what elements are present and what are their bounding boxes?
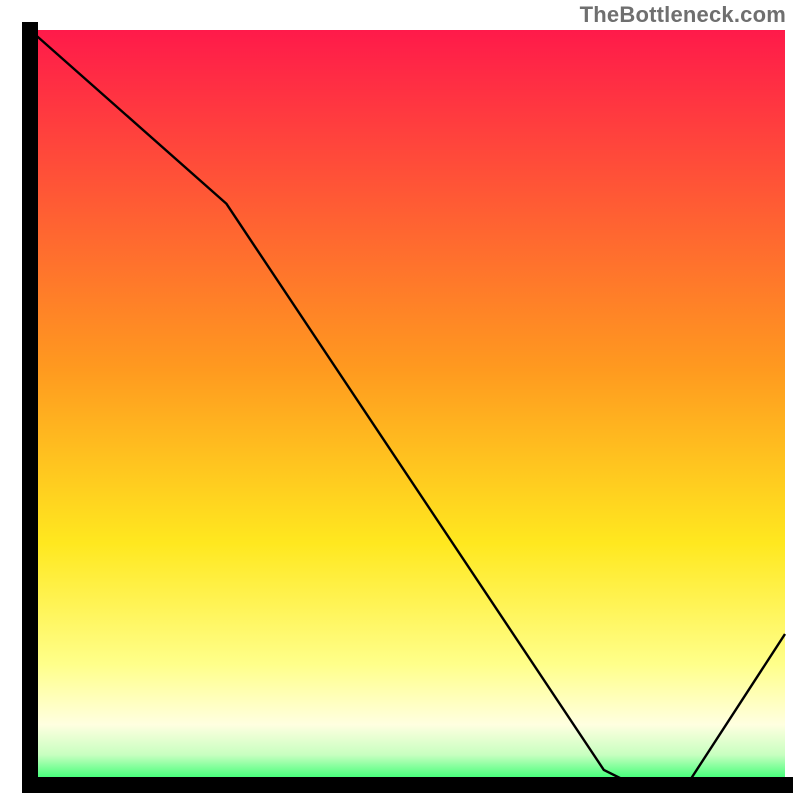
chart-container: TheBottleneck.com	[0, 0, 800, 800]
plot-background	[30, 30, 785, 785]
bottleneck-chart	[0, 0, 800, 800]
watermark-text: TheBottleneck.com	[580, 2, 786, 28]
